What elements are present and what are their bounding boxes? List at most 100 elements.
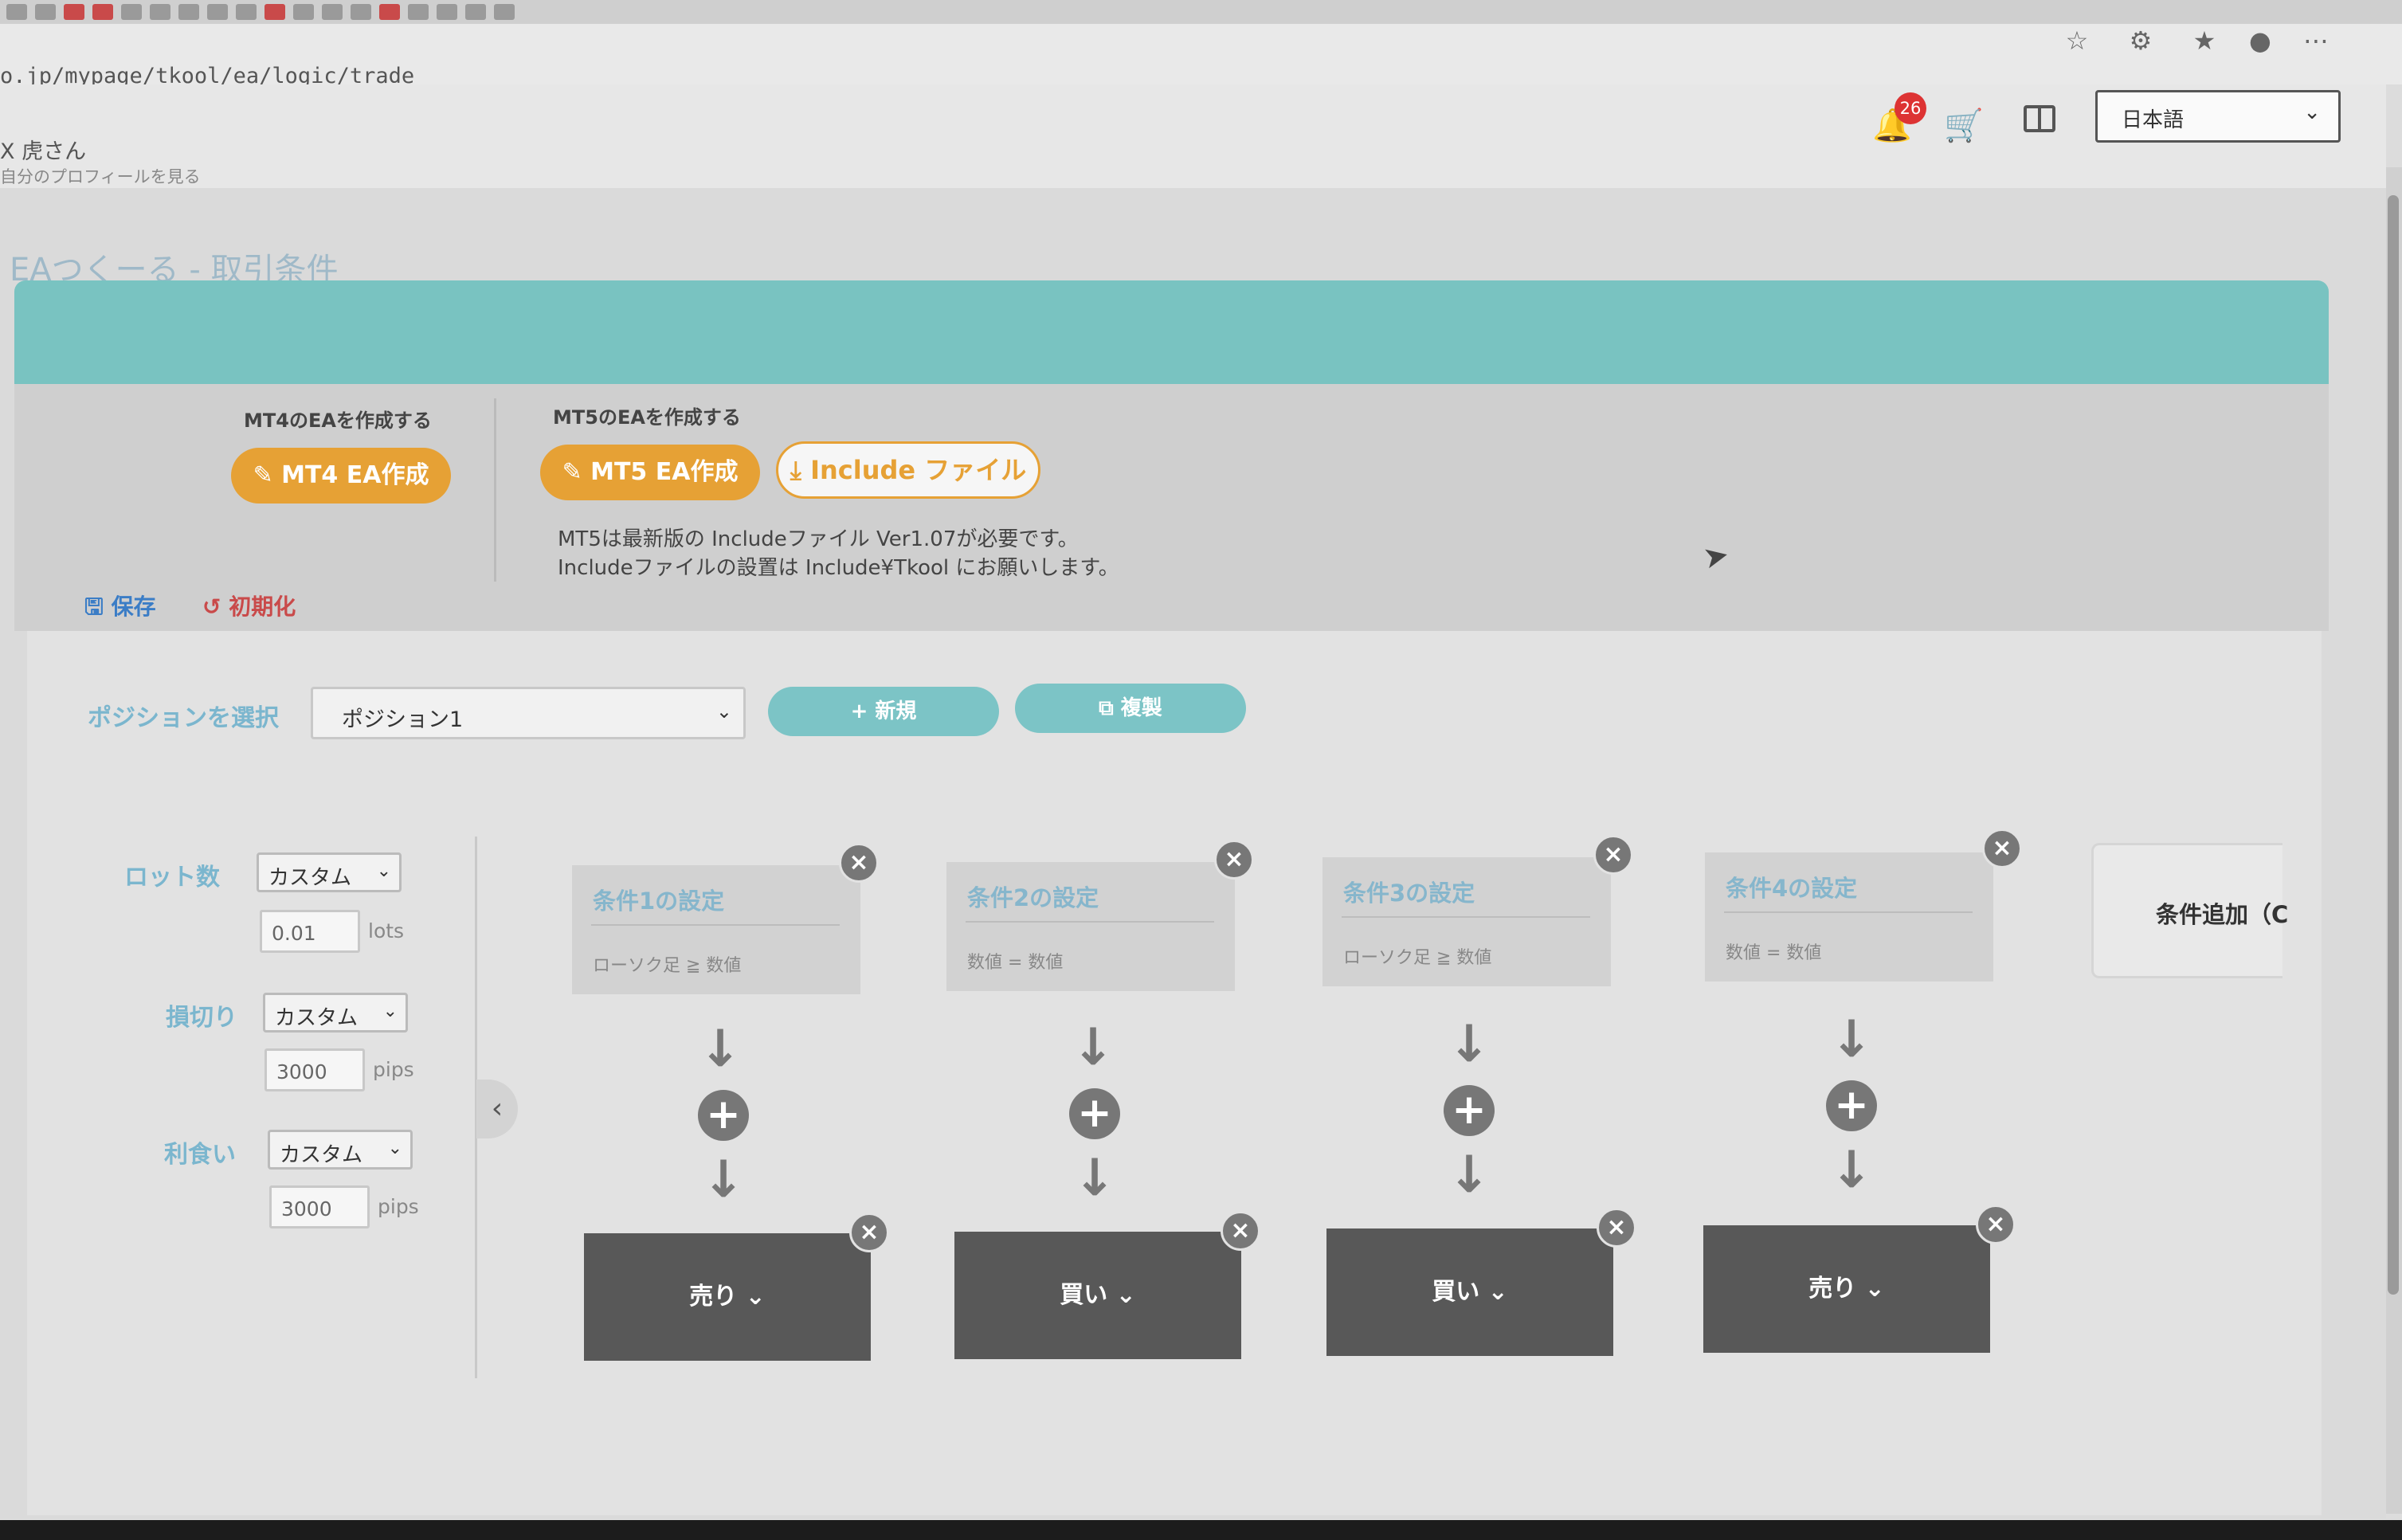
close-icon[interactable]: ×	[849, 1213, 889, 1252]
close-icon[interactable]: ×	[1214, 840, 1254, 880]
lot-unit: lots	[368, 919, 405, 942]
condition-card-4[interactable]: 条件4の設定 数値 = 数値	[1705, 852, 1993, 982]
takeprofit-label: 利食い	[164, 1141, 236, 1169]
condition-title: 条件3の設定	[1343, 880, 1475, 907]
edit-icon: ✎	[253, 461, 282, 489]
condition-card-1[interactable]: 条件1の設定 ローソク足 ≧ 数値	[572, 865, 860, 994]
action-select-2[interactable]: 買い ⌄	[954, 1232, 1241, 1359]
close-icon[interactable]: ×	[1221, 1211, 1260, 1251]
mt5-create-button[interactable]: ✎ MT5 EA作成	[540, 445, 760, 500]
include-file-button[interactable]: ⤓ Include ファイル	[776, 441, 1040, 499]
edit-icon: ✎	[562, 458, 591, 486]
lot-mode-select[interactable]: カスタム ⌄	[257, 852, 402, 892]
add-condition-button[interactable]: 条件追加（C	[2091, 843, 2288, 978]
reset-icon: ↺	[202, 594, 229, 620]
close-icon[interactable]: ×	[1597, 1208, 1636, 1248]
mt5-create-label: MT5 EA作成	[590, 458, 739, 486]
plus-icon[interactable]: +	[1444, 1085, 1495, 1136]
teal-header-bar	[14, 280, 2329, 384]
position-panel	[27, 631, 2322, 1515]
chevron-down-icon: ⌄	[737, 1283, 766, 1311]
position-select[interactable]: ポジション1 ⌄	[311, 687, 746, 739]
favorites-icon[interactable]: ★	[2191, 27, 2218, 54]
plus-icon[interactable]: +	[1069, 1088, 1120, 1139]
tab-favicon-icon[interactable]	[379, 4, 400, 20]
include-file-label: Include ファイル	[810, 455, 1027, 485]
arrow-down-icon: ↓	[1073, 1149, 1116, 1208]
tab-favicon-icon[interactable]	[92, 4, 113, 20]
divider	[966, 921, 1214, 923]
close-icon[interactable]: ×	[1976, 1205, 2016, 1244]
stoploss-mode-select[interactable]: カスタム ⌄	[263, 993, 408, 1033]
profile-link[interactable]: 自分のプロフィールを見る	[0, 164, 201, 188]
tab-favicon-icon[interactable]	[494, 4, 515, 20]
close-icon[interactable]: ×	[1593, 835, 1633, 875]
action-select-3[interactable]: 買い ⌄	[1326, 1228, 1613, 1356]
chevron-down-icon: ⌄	[1479, 1278, 1508, 1306]
tab-favicon-icon[interactable]	[437, 4, 457, 20]
copy-label: 複製	[1120, 696, 1162, 720]
condition-card-2[interactable]: 条件2の設定 数値 = 数値	[946, 862, 1235, 991]
position-label: ポジションを選択	[88, 704, 279, 732]
stoploss-input[interactable]: 3000	[264, 1048, 365, 1091]
tab-favicon-icon[interactable]	[264, 4, 285, 20]
save-button[interactable]: 🖫 保存	[84, 590, 156, 629]
tab-favicon-icon[interactable]	[150, 4, 170, 20]
takeprofit-mode-select[interactable]: カスタム ⌄	[268, 1130, 413, 1170]
condition-title: 条件2の設定	[967, 884, 1099, 911]
tab-favicon-icon[interactable]	[121, 4, 142, 20]
save-label: 保存	[111, 594, 156, 620]
tab-favicon-icon[interactable]	[236, 4, 257, 20]
condition-summary: ローソク足 ≧ 数値	[1343, 948, 1492, 968]
tab-favicon-icon[interactable]	[465, 4, 486, 20]
divider	[1342, 916, 1590, 918]
stoploss-label: 損切り	[166, 1004, 237, 1032]
takeprofit-unit: pips	[378, 1195, 419, 1218]
divider	[591, 924, 840, 926]
lot-input[interactable]: 0.01	[260, 910, 360, 953]
condition-card-3[interactable]: 条件3の設定 ローソク足 ≧ 数値	[1322, 857, 1611, 986]
new-label: 新規	[875, 699, 917, 723]
os-taskbar	[0, 1520, 2402, 1540]
action-select-4[interactable]: 売り ⌄	[1703, 1225, 1990, 1353]
scrollbar-thumb[interactable]	[2388, 195, 2399, 1295]
book-icon[interactable]	[2024, 105, 2055, 132]
plus-icon[interactable]: +	[1826, 1080, 1877, 1131]
mt4-create-button[interactable]: ✎ MT4 EA作成	[231, 448, 451, 504]
tab-favicon-icon[interactable]	[178, 4, 199, 20]
mt5-label: MT5のEAを作成する	[553, 406, 741, 429]
stoploss-mode-value: カスタム	[275, 1006, 359, 1030]
tab-favicon-icon[interactable]	[322, 4, 343, 20]
new-position-button[interactable]: + 新規	[768, 687, 999, 736]
copy-position-button[interactable]: ⧉ 複製	[1015, 684, 1246, 733]
plus-icon[interactable]: +	[698, 1090, 749, 1141]
tab-favicon-icon[interactable]	[6, 4, 27, 20]
profile-icon[interactable]: ●	[2247, 27, 2274, 54]
tab-favicon-icon[interactable]	[35, 4, 56, 20]
site-header	[0, 84, 2386, 188]
chevron-down-icon: ⌄	[382, 1001, 398, 1021]
action-label: 売り	[1808, 1275, 1857, 1303]
extensions-icon[interactable]: ⚙	[2127, 27, 2154, 54]
condition-summary: ローソク足 ≧ 数値	[593, 956, 742, 976]
tab-favicon-icon[interactable]	[351, 4, 371, 20]
close-icon[interactable]: ×	[839, 843, 879, 883]
condition-title: 条件1の設定	[593, 888, 725, 915]
more-icon[interactable]: ⋯	[2302, 27, 2330, 54]
username[interactable]: X 虎さん	[0, 134, 86, 165]
close-icon[interactable]: ×	[1982, 829, 2022, 868]
stoploss-unit: pips	[373, 1058, 414, 1081]
star-icon[interactable]: ☆	[2063, 27, 2090, 54]
language-select[interactable]: 日本語 ⌄	[2095, 90, 2341, 143]
arrow-down-icon: ↓	[1448, 1146, 1491, 1205]
reset-button[interactable]: ↺ 初期化	[202, 590, 296, 621]
tab-favicon-icon[interactable]	[64, 4, 84, 20]
tab-favicon-icon[interactable]	[408, 4, 429, 20]
action-select-1[interactable]: 売り ⌄	[584, 1233, 871, 1361]
tab-favicon-icon[interactable]	[207, 4, 228, 20]
takeprofit-input[interactable]: 3000	[269, 1185, 370, 1228]
condition-summary: 数値 = 数値	[1726, 943, 1822, 963]
cart-icon[interactable]: 🛒	[1944, 107, 1984, 144]
tab-favicon-icon[interactable]	[293, 4, 314, 20]
chevron-down-icon: ⌄	[2303, 100, 2321, 124]
